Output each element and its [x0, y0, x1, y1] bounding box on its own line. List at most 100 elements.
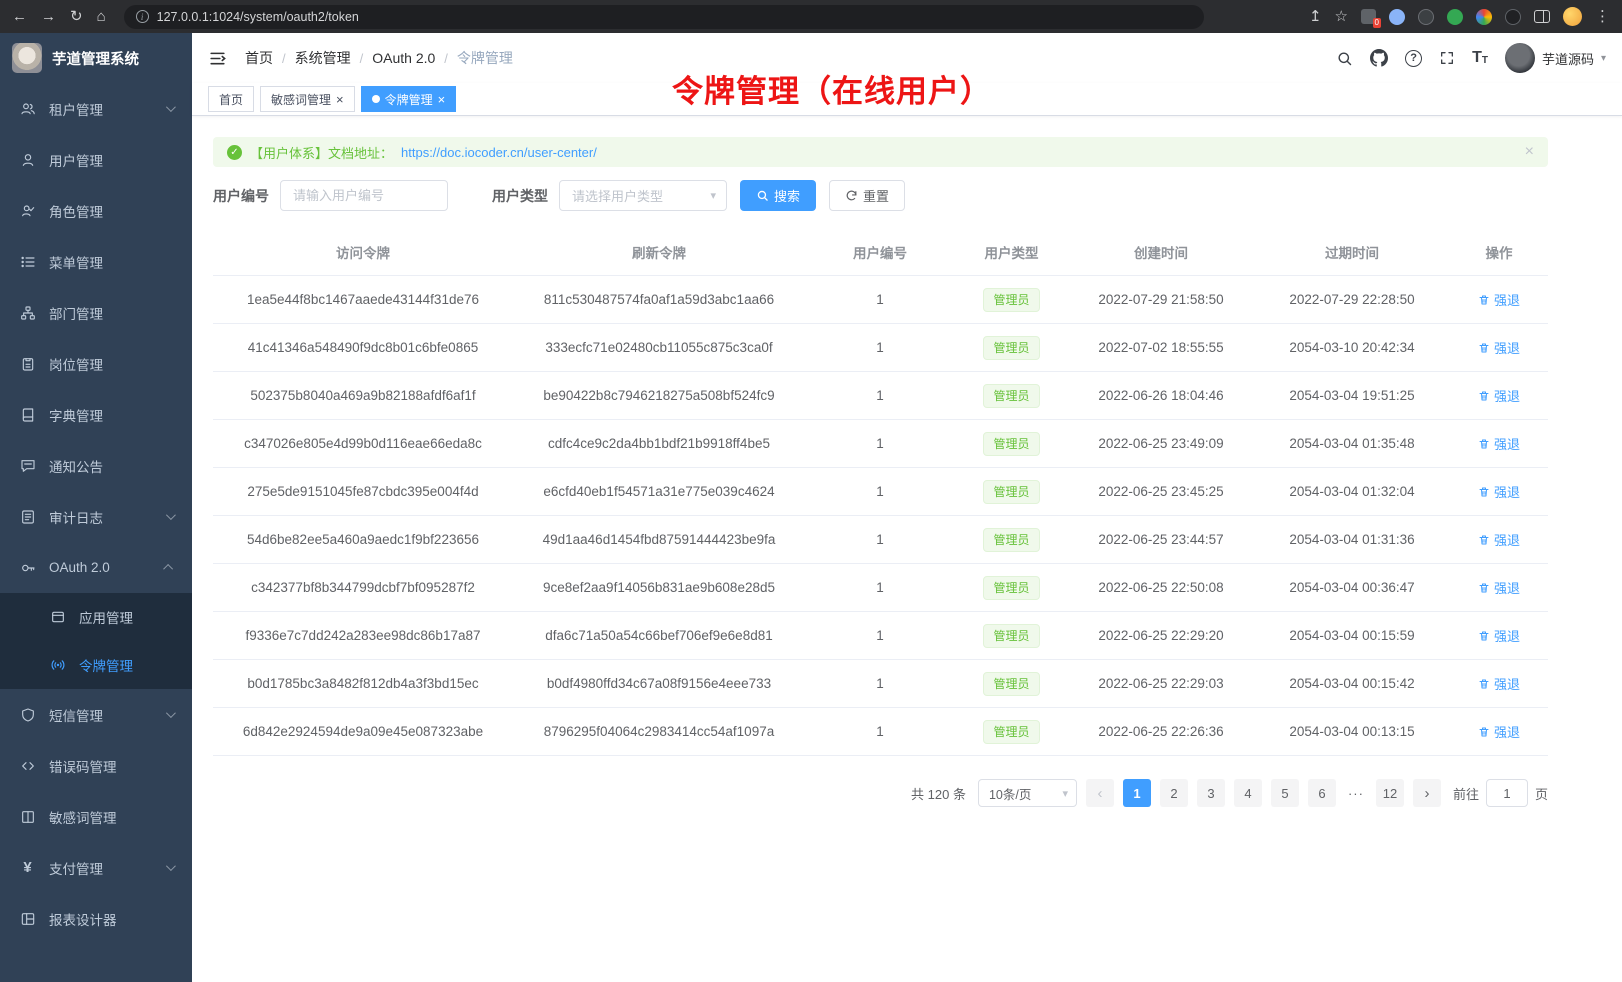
close-icon[interactable]: ×: [1525, 144, 1534, 160]
access-token-cell: 54d6be82ee5a460a9aedc1f9bf223656: [213, 516, 513, 564]
force-logout-button[interactable]: 强退: [1478, 530, 1520, 549]
extension-icon[interactable]: [1505, 9, 1521, 25]
search-icon[interactable]: [1336, 50, 1353, 67]
table-row: 41c41346a548490f9dc8b01c6bfe0865 333ecfc…: [213, 324, 1548, 372]
chevron-down-icon: [166, 708, 176, 718]
sidebar-item-menu[interactable]: 菜单管理: [0, 236, 192, 287]
site-info-icon[interactable]: i: [136, 10, 149, 23]
github-icon[interactable]: [1370, 49, 1388, 67]
sidebar-item-tenant[interactable]: 租户管理: [0, 83, 192, 134]
prev-page-button[interactable]: ‹: [1086, 779, 1114, 807]
force-logout-button[interactable]: 强退: [1478, 674, 1520, 693]
sidebar-item-notice[interactable]: 通知公告: [0, 440, 192, 491]
refresh-token-cell: 811c530487574fa0af1a59d3abc1aa66: [513, 276, 805, 324]
sidebar-item-role[interactable]: 角色管理: [0, 185, 192, 236]
force-logout-button[interactable]: 强退: [1478, 482, 1520, 501]
sidebar-item-sensitive[interactable]: 敏感词管理: [0, 791, 192, 842]
reset-button[interactable]: 重置: [829, 180, 905, 211]
sidebar-item-payment[interactable]: ¥ 支付管理: [0, 842, 192, 893]
force-logout-button[interactable]: 强退: [1478, 338, 1520, 357]
access-token-cell: 6d842e2924594de9a09e45e087323abe: [213, 708, 513, 756]
browser-profile-avatar[interactable]: [1563, 7, 1582, 26]
extension-icon[interactable]: [1447, 9, 1463, 25]
sidebar-item-post[interactable]: 岗位管理: [0, 338, 192, 389]
browser-home-button[interactable]: ⌂: [97, 9, 106, 24]
address-bar[interactable]: i 127.0.0.1:1024/system/oauth2/token: [124, 5, 1204, 29]
sidebar-item-oauth-token[interactable]: 令牌管理: [0, 641, 192, 689]
extension-badged-icon[interactable]: 0: [1361, 9, 1376, 24]
tab-sensitive-word[interactable]: 敏感词管理 ×: [260, 86, 355, 112]
force-logout-button[interactable]: 强退: [1478, 578, 1520, 597]
sidebar-item-audit[interactable]: 审计日志: [0, 491, 192, 542]
action-cell: 强退: [1450, 564, 1548, 612]
force-logout-button[interactable]: 强退: [1478, 386, 1520, 405]
sidebar-item-user[interactable]: 用户管理: [0, 134, 192, 185]
sidebar-item-dict[interactable]: 字典管理: [0, 389, 192, 440]
page-button-12[interactable]: 12: [1376, 779, 1404, 807]
table-row: 6d842e2924594de9a09e45e087323abe 8796295…: [213, 708, 1548, 756]
user-menu[interactable]: 芋道源码 ▾: [1505, 43, 1606, 73]
goto-page-input[interactable]: [1486, 779, 1528, 807]
extension-icon[interactable]: [1389, 9, 1405, 25]
page-button-5[interactable]: 5: [1271, 779, 1299, 807]
share-icon[interactable]: ↥: [1309, 9, 1322, 24]
breadcrumb-home[interactable]: 首页: [245, 48, 273, 68]
user-id-cell: 1: [805, 564, 955, 612]
help-icon[interactable]: ?: [1405, 50, 1422, 67]
refresh-token-cell: 49d1aa46d1454fbd87591444423be9fa: [513, 516, 805, 564]
breadcrumb-oauth[interactable]: OAuth 2.0: [372, 50, 435, 66]
extension-icon[interactable]: [1476, 9, 1492, 25]
close-icon[interactable]: ×: [336, 93, 344, 106]
expire-time-cell: 2054-03-04 01:31:36: [1254, 516, 1450, 564]
user-id-cell: 1: [805, 516, 955, 564]
user-type-tag: 管理员: [983, 576, 1039, 600]
page-button-4[interactable]: 4: [1234, 779, 1262, 807]
refresh-token-cell: 8796295f04064c2983414cc54af1097a: [513, 708, 805, 756]
delete-icon: [1478, 294, 1490, 306]
force-logout-button[interactable]: 强退: [1478, 290, 1520, 309]
more-pages-icon[interactable]: ···: [1345, 786, 1367, 801]
sidebar-item-oauth-app[interactable]: 应用管理: [0, 593, 192, 641]
user-id-input[interactable]: [280, 180, 448, 211]
action-cell: 强退: [1450, 660, 1548, 708]
browser-forward-button[interactable]: →: [41, 9, 56, 24]
breadcrumb-system[interactable]: 系统管理: [295, 48, 351, 68]
extension-icon[interactable]: [1418, 9, 1434, 25]
sidebar-item-errorcode[interactable]: 错误码管理: [0, 740, 192, 791]
user-type-tag: 管理员: [983, 288, 1039, 312]
page-button-3[interactable]: 3: [1197, 779, 1225, 807]
page-button-2[interactable]: 2: [1160, 779, 1188, 807]
search-button[interactable]: 搜索: [740, 180, 816, 211]
page-button-6[interactable]: 6: [1308, 779, 1336, 807]
chevron-down-icon: [166, 861, 176, 871]
refresh-token-cell: dfa6c71a50a54c66bef706ef9e6e8d81: [513, 612, 805, 660]
page-size-select[interactable]: 10条/页 ▾: [978, 779, 1077, 807]
sidebar-item-dept[interactable]: 部门管理: [0, 287, 192, 338]
doc-link[interactable]: https://doc.iocoder.cn/user-center/: [401, 145, 597, 160]
sidebar-item-oauth[interactable]: OAuth 2.0: [0, 542, 192, 593]
force-logout-button[interactable]: 强退: [1478, 626, 1520, 645]
user-type-select[interactable]: 请选择用户类型 ▾: [559, 180, 727, 211]
close-icon[interactable]: ×: [438, 93, 446, 106]
browser-reload-button[interactable]: ↻: [70, 9, 83, 24]
fullscreen-icon[interactable]: [1439, 50, 1455, 66]
tab-home[interactable]: 首页: [208, 86, 254, 112]
sidebar-item-label: 岗位管理: [49, 354, 103, 374]
next-page-button[interactable]: ›: [1413, 779, 1441, 807]
tab-token[interactable]: 令牌管理 ×: [361, 86, 457, 112]
sidebar-collapse-icon[interactable]: [208, 49, 227, 68]
bookmark-star-icon[interactable]: ☆: [1335, 9, 1348, 24]
sidebar-item-sms[interactable]: 短信管理: [0, 689, 192, 740]
col-refresh-token: 刷新令牌: [513, 231, 805, 276]
force-logout-button[interactable]: 强退: [1478, 722, 1520, 741]
table-row: c347026e805e4d99b0d116eae66eda8c cdfc4ce…: [213, 420, 1548, 468]
sidebar-item-report[interactable]: 报表设计器: [0, 893, 192, 944]
font-size-icon[interactable]: TT: [1472, 50, 1488, 66]
app-logo[interactable]: 芋道管理系统: [0, 33, 192, 83]
tab-split-icon[interactable]: [1534, 10, 1550, 23]
browser-menu-icon[interactable]: ⋮: [1595, 9, 1610, 24]
force-logout-label: 强退: [1494, 386, 1520, 405]
browser-back-button[interactable]: ←: [12, 9, 27, 24]
force-logout-button[interactable]: 强退: [1478, 434, 1520, 453]
page-button-1[interactable]: 1: [1123, 779, 1151, 807]
